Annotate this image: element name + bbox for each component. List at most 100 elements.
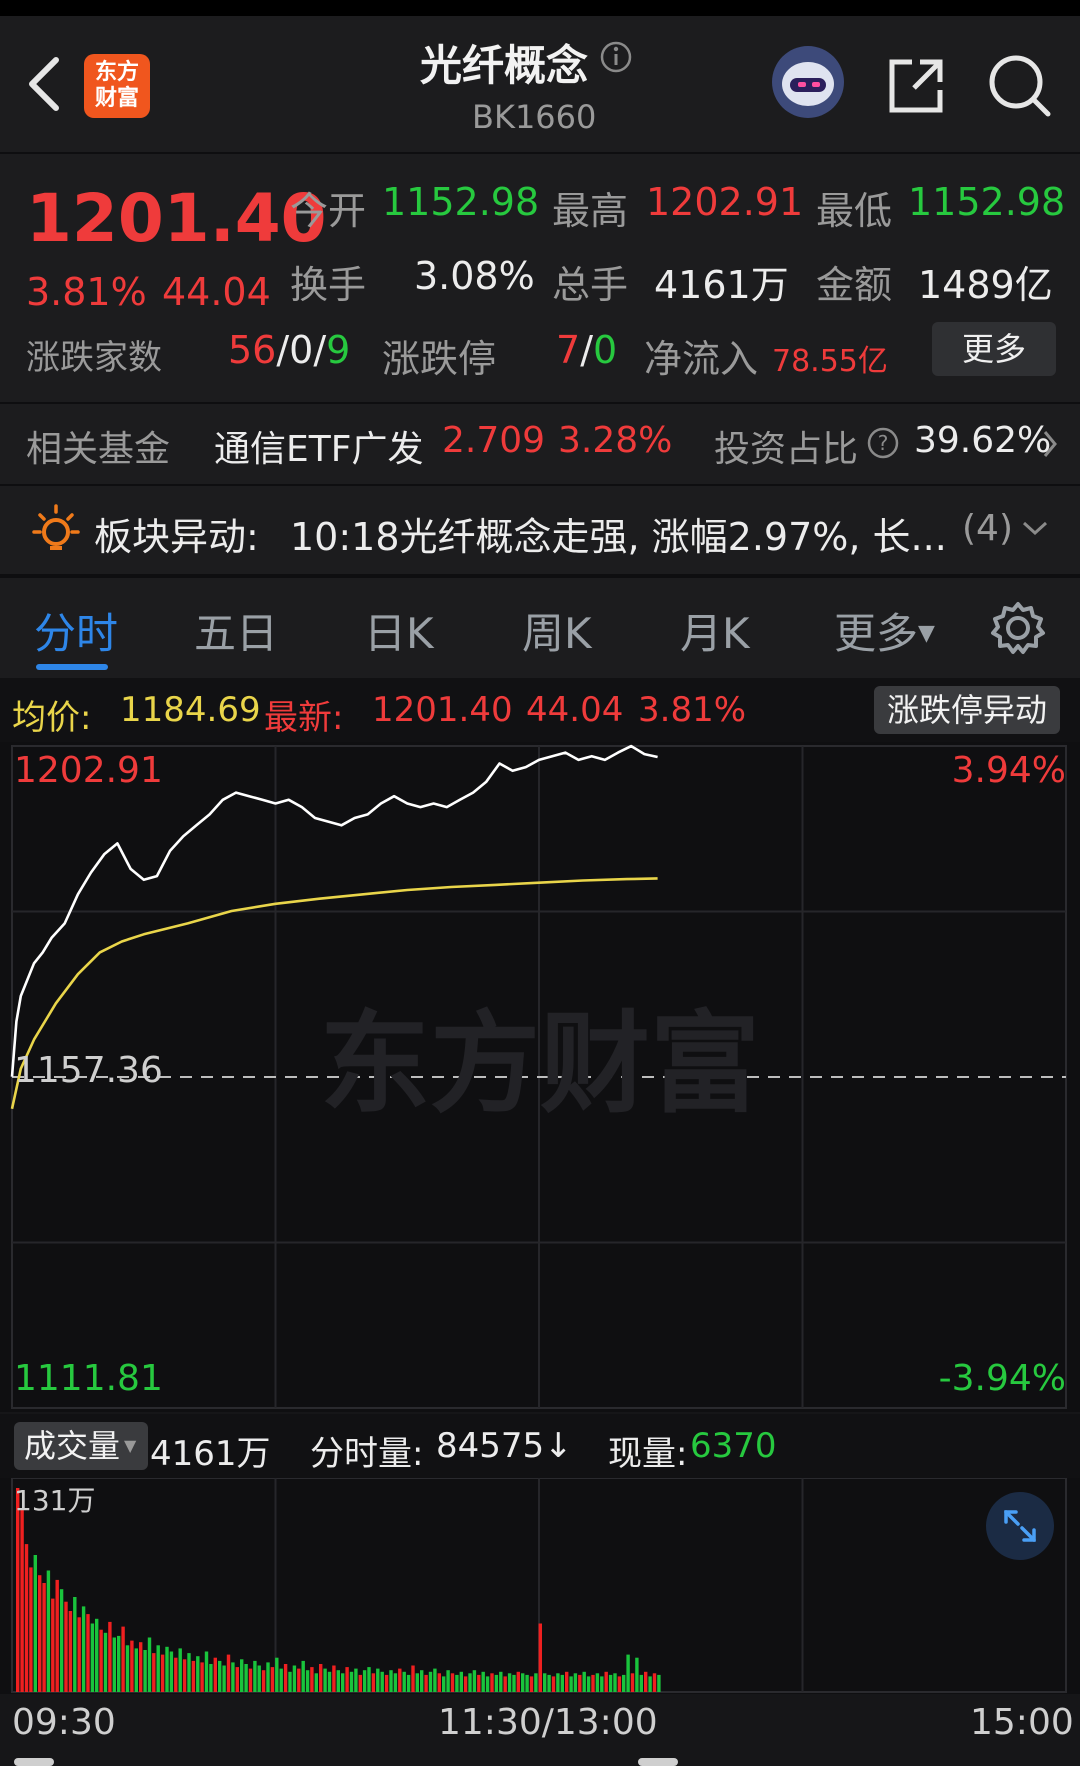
tab-monthly-k[interactable]: 月K bbox=[680, 600, 750, 661]
volume-chart[interactable]: 131万 bbox=[0, 1478, 1080, 1694]
volume-bar bbox=[512, 1674, 516, 1692]
volume-label: 总手 bbox=[552, 263, 629, 307]
latest-label: 最新: bbox=[264, 698, 344, 738]
volume-bar bbox=[261, 1670, 266, 1692]
help-icon[interactable]: ? bbox=[866, 426, 900, 460]
tab-daily-k[interactable]: 日K bbox=[364, 600, 434, 661]
latest-value: 1201.40 bbox=[372, 690, 513, 730]
unchanged: 0 bbox=[289, 328, 314, 372]
tab-active-indicator bbox=[36, 664, 108, 670]
search-button[interactable] bbox=[986, 52, 1054, 120]
period-tabs: 分时 五日 日K 周K 月K 更多▼ bbox=[0, 578, 1080, 678]
volume-bar bbox=[59, 1589, 64, 1692]
volume-bar bbox=[24, 1544, 29, 1692]
limit-label: 涨跌停 bbox=[382, 337, 497, 381]
volume-bar bbox=[446, 1670, 450, 1692]
volume-bar bbox=[143, 1650, 147, 1692]
low-label: 最低 bbox=[816, 189, 893, 233]
volume-bar bbox=[622, 1674, 626, 1692]
share-button[interactable] bbox=[884, 54, 948, 118]
logo-text-top: 东方 bbox=[94, 60, 139, 85]
volume-bar bbox=[204, 1651, 209, 1692]
fund-name[interactable]: 通信ETF广发 bbox=[214, 420, 423, 472]
volume-bar bbox=[64, 1601, 68, 1692]
volume-bar bbox=[354, 1668, 358, 1692]
tab-five-day[interactable]: 五日 bbox=[194, 600, 278, 661]
alert-count: (4) bbox=[962, 508, 1013, 549]
volume-bar bbox=[182, 1659, 187, 1692]
volume-bar bbox=[485, 1676, 490, 1692]
volume-value: 4161万 bbox=[654, 263, 789, 307]
back-button[interactable] bbox=[22, 52, 66, 116]
related-fund-row[interactable]: 相关基金 通信ETF广发 2.709 3.28% 投资占比 ? 39.62% bbox=[0, 404, 1080, 484]
app-logo[interactable]: 东方 财富 bbox=[84, 54, 150, 118]
y-prev-close-label: 1157.36 bbox=[14, 1050, 163, 1091]
volume-bar bbox=[332, 1665, 336, 1692]
volume-bar bbox=[327, 1671, 332, 1692]
limit-values: 7/0 bbox=[556, 328, 617, 372]
tab-more[interactable]: 更多▼ bbox=[834, 600, 935, 661]
low-value: 1152.98 bbox=[908, 180, 1066, 224]
ratio-value: 39.62% bbox=[914, 420, 1052, 461]
current-volume-value: 6370 bbox=[690, 1426, 777, 1466]
nav-handle-right bbox=[638, 1758, 678, 1766]
volume-bar bbox=[358, 1674, 362, 1692]
expand-button[interactable] bbox=[986, 1492, 1054, 1560]
volume-bar bbox=[257, 1665, 261, 1692]
volume-bar bbox=[165, 1646, 169, 1692]
volume-bar bbox=[617, 1676, 622, 1692]
watermark: 东方财富 bbox=[320, 1000, 760, 1128]
volume-bar bbox=[455, 1674, 459, 1692]
volume-bar bbox=[218, 1660, 222, 1692]
volume-bar bbox=[16, 1488, 20, 1692]
sector-alert-row[interactable]: 板块异动: 10:18光纤概念走强, 涨幅2.97%, 长... (4) bbox=[0, 486, 1080, 574]
status-bar bbox=[0, 0, 1080, 16]
volume-bar bbox=[490, 1673, 494, 1692]
volume-bar bbox=[68, 1611, 73, 1692]
netflow-value: 78.55亿 bbox=[772, 344, 888, 379]
volume-bar bbox=[494, 1674, 499, 1692]
volume-bar bbox=[38, 1575, 42, 1692]
indicator-selector[interactable]: 成交量 ▼ bbox=[14, 1422, 148, 1470]
volume-bar bbox=[336, 1670, 340, 1692]
volume-bar bbox=[81, 1606, 86, 1692]
assistant-avatar[interactable] bbox=[772, 46, 844, 118]
volume-bar bbox=[319, 1664, 323, 1692]
volume-bar bbox=[152, 1653, 156, 1692]
volume-bar bbox=[345, 1667, 349, 1692]
volume-bar bbox=[29, 1567, 33, 1692]
volume-bar bbox=[139, 1642, 143, 1692]
time-label-open: 09:30 bbox=[12, 1702, 116, 1743]
avg-label: 均价: bbox=[12, 698, 92, 738]
volume-bar bbox=[213, 1657, 217, 1692]
volume-bar bbox=[90, 1623, 95, 1692]
volume-bar bbox=[415, 1673, 419, 1692]
latest-change: 44.04 bbox=[526, 690, 624, 730]
tab-intraday[interactable]: 分时 bbox=[34, 600, 118, 661]
volume-bar bbox=[283, 1664, 288, 1692]
intraday-price-chart[interactable]: 东方财富 1202.91 1157.36 1111.81 3.94% -3.94… bbox=[0, 742, 1080, 1412]
volume-bar bbox=[648, 1676, 652, 1692]
volume-bar bbox=[288, 1671, 292, 1692]
volume-bar bbox=[42, 1583, 46, 1692]
volume-bar bbox=[481, 1671, 485, 1692]
volume-bar bbox=[248, 1668, 253, 1692]
volume-bar bbox=[376, 1668, 380, 1692]
netflow-label: 净流入 bbox=[644, 337, 759, 381]
turnover-label: 换手 bbox=[290, 263, 367, 307]
volume-bar bbox=[591, 1674, 595, 1692]
volume-bar bbox=[209, 1664, 213, 1692]
chevron-down-icon[interactable] bbox=[1020, 518, 1050, 538]
volume-bar bbox=[459, 1671, 463, 1692]
limit-alert-button[interactable]: 涨跌停异动 bbox=[874, 686, 1060, 734]
chevron-right-icon[interactable] bbox=[1040, 428, 1060, 460]
volume-bar bbox=[46, 1570, 51, 1692]
tab-weekly-k[interactable]: 周K bbox=[522, 600, 592, 661]
volume-bar bbox=[433, 1668, 437, 1692]
more-button[interactable]: 更多 bbox=[932, 322, 1056, 376]
settings-gear-icon[interactable] bbox=[990, 600, 1046, 656]
volume-max-label: 131万 bbox=[14, 1484, 95, 1517]
volume-bar bbox=[200, 1662, 204, 1692]
info-icon[interactable] bbox=[599, 40, 633, 74]
high-label: 最高 bbox=[552, 189, 629, 233]
